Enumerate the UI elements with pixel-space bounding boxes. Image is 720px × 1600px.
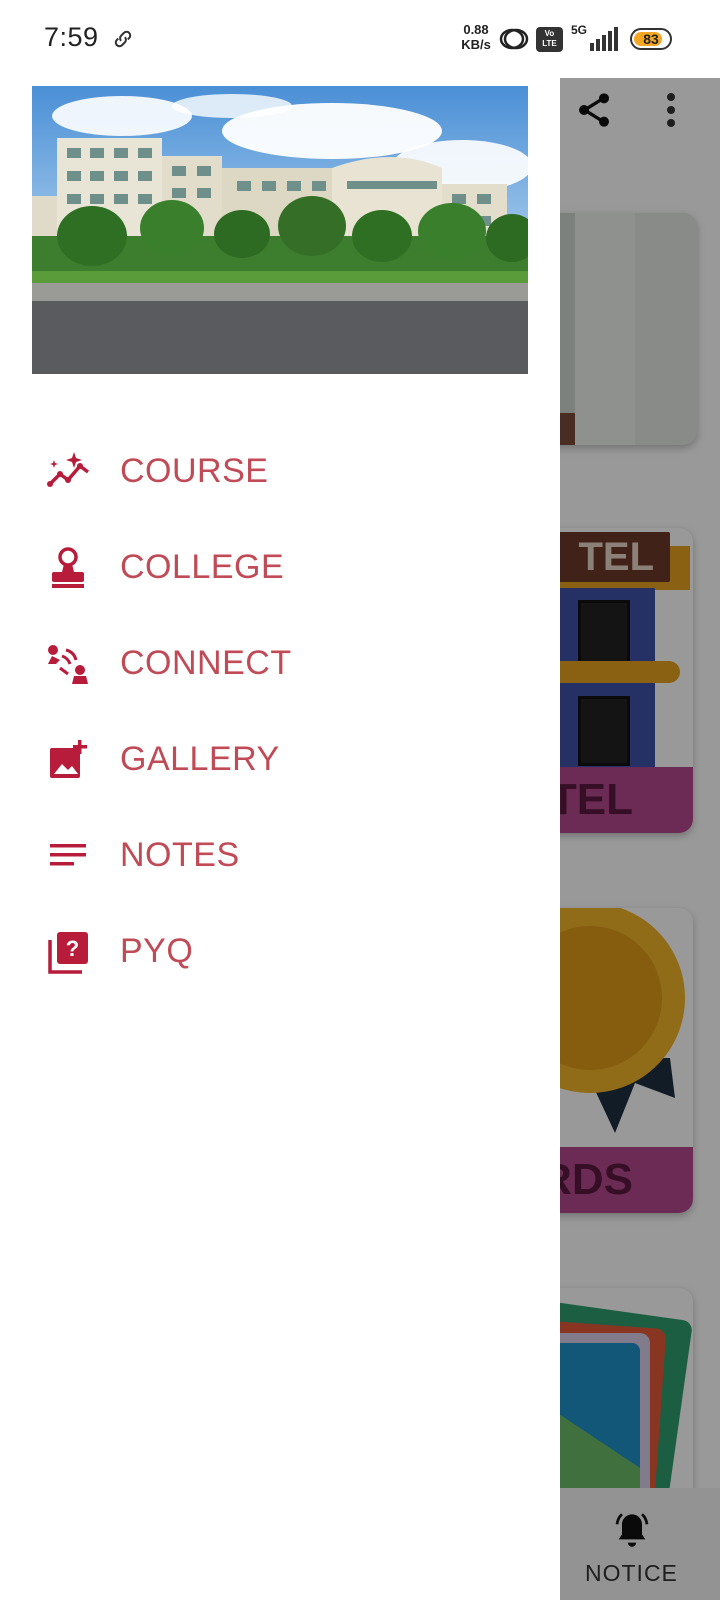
menu-item-pyq[interactable]: ? PYQ (0, 904, 560, 1000)
menu-item-course[interactable]: COURSE (0, 424, 560, 520)
people-connect-icon (48, 645, 88, 684)
menu-item-label: COLLEGE (120, 548, 285, 586)
menu-item-college[interactable]: COLLEGE (0, 520, 560, 616)
app-screen: TEL TEL RDS NOTICE 7:59 0.88 KB/s Vo LTE… (0, 0, 720, 1600)
volte-bottom-text: LTE (542, 39, 557, 48)
menu-item-notes[interactable]: NOTES (0, 808, 560, 904)
notes-lines-icon (50, 844, 86, 866)
network-speed: 0.88 KB/s (458, 22, 494, 52)
menu-item-label: NOTES (120, 836, 240, 874)
menu-item-label: CONNECT (120, 644, 292, 682)
navigation-drawer: COURSE COLLEGE CONNECT GALLERY NOTES ? P… (0, 0, 560, 1600)
volte-top-text: Vo (544, 29, 555, 38)
college-header-image (32, 86, 528, 374)
question-library-icon: ? (48, 932, 88, 974)
battery-icon: 83 (630, 28, 672, 50)
hotspot-icon (499, 28, 529, 50)
battery-level: 83 (643, 31, 659, 47)
menu-item-connect[interactable]: CONNECT (0, 616, 560, 712)
network-speed-unit: KB/s (461, 37, 491, 52)
network-speed-value: 0.88 (463, 22, 489, 37)
menu-item-gallery[interactable]: GALLERY (0, 712, 560, 808)
menu-item-label: PYQ (120, 932, 194, 970)
trending-sparkle-icon (47, 452, 90, 487)
link-icon (114, 30, 132, 48)
volte-badge: Vo LTE (536, 27, 563, 52)
svg-text:?: ? (66, 936, 79, 961)
drawer-menu: COURSE COLLEGE CONNECT GALLERY NOTES ? P… (0, 424, 560, 1000)
menu-item-label: COURSE (120, 452, 269, 490)
add-photo-icon (50, 740, 87, 778)
status-bar: 7:59 0.88 KB/s Vo LTE 5G 83 (0, 0, 720, 78)
signal-strength-icon (590, 27, 618, 51)
status-time: 7:59 (44, 22, 99, 52)
menu-item-label: GALLERY (120, 740, 280, 778)
stamp-icon (52, 547, 84, 588)
